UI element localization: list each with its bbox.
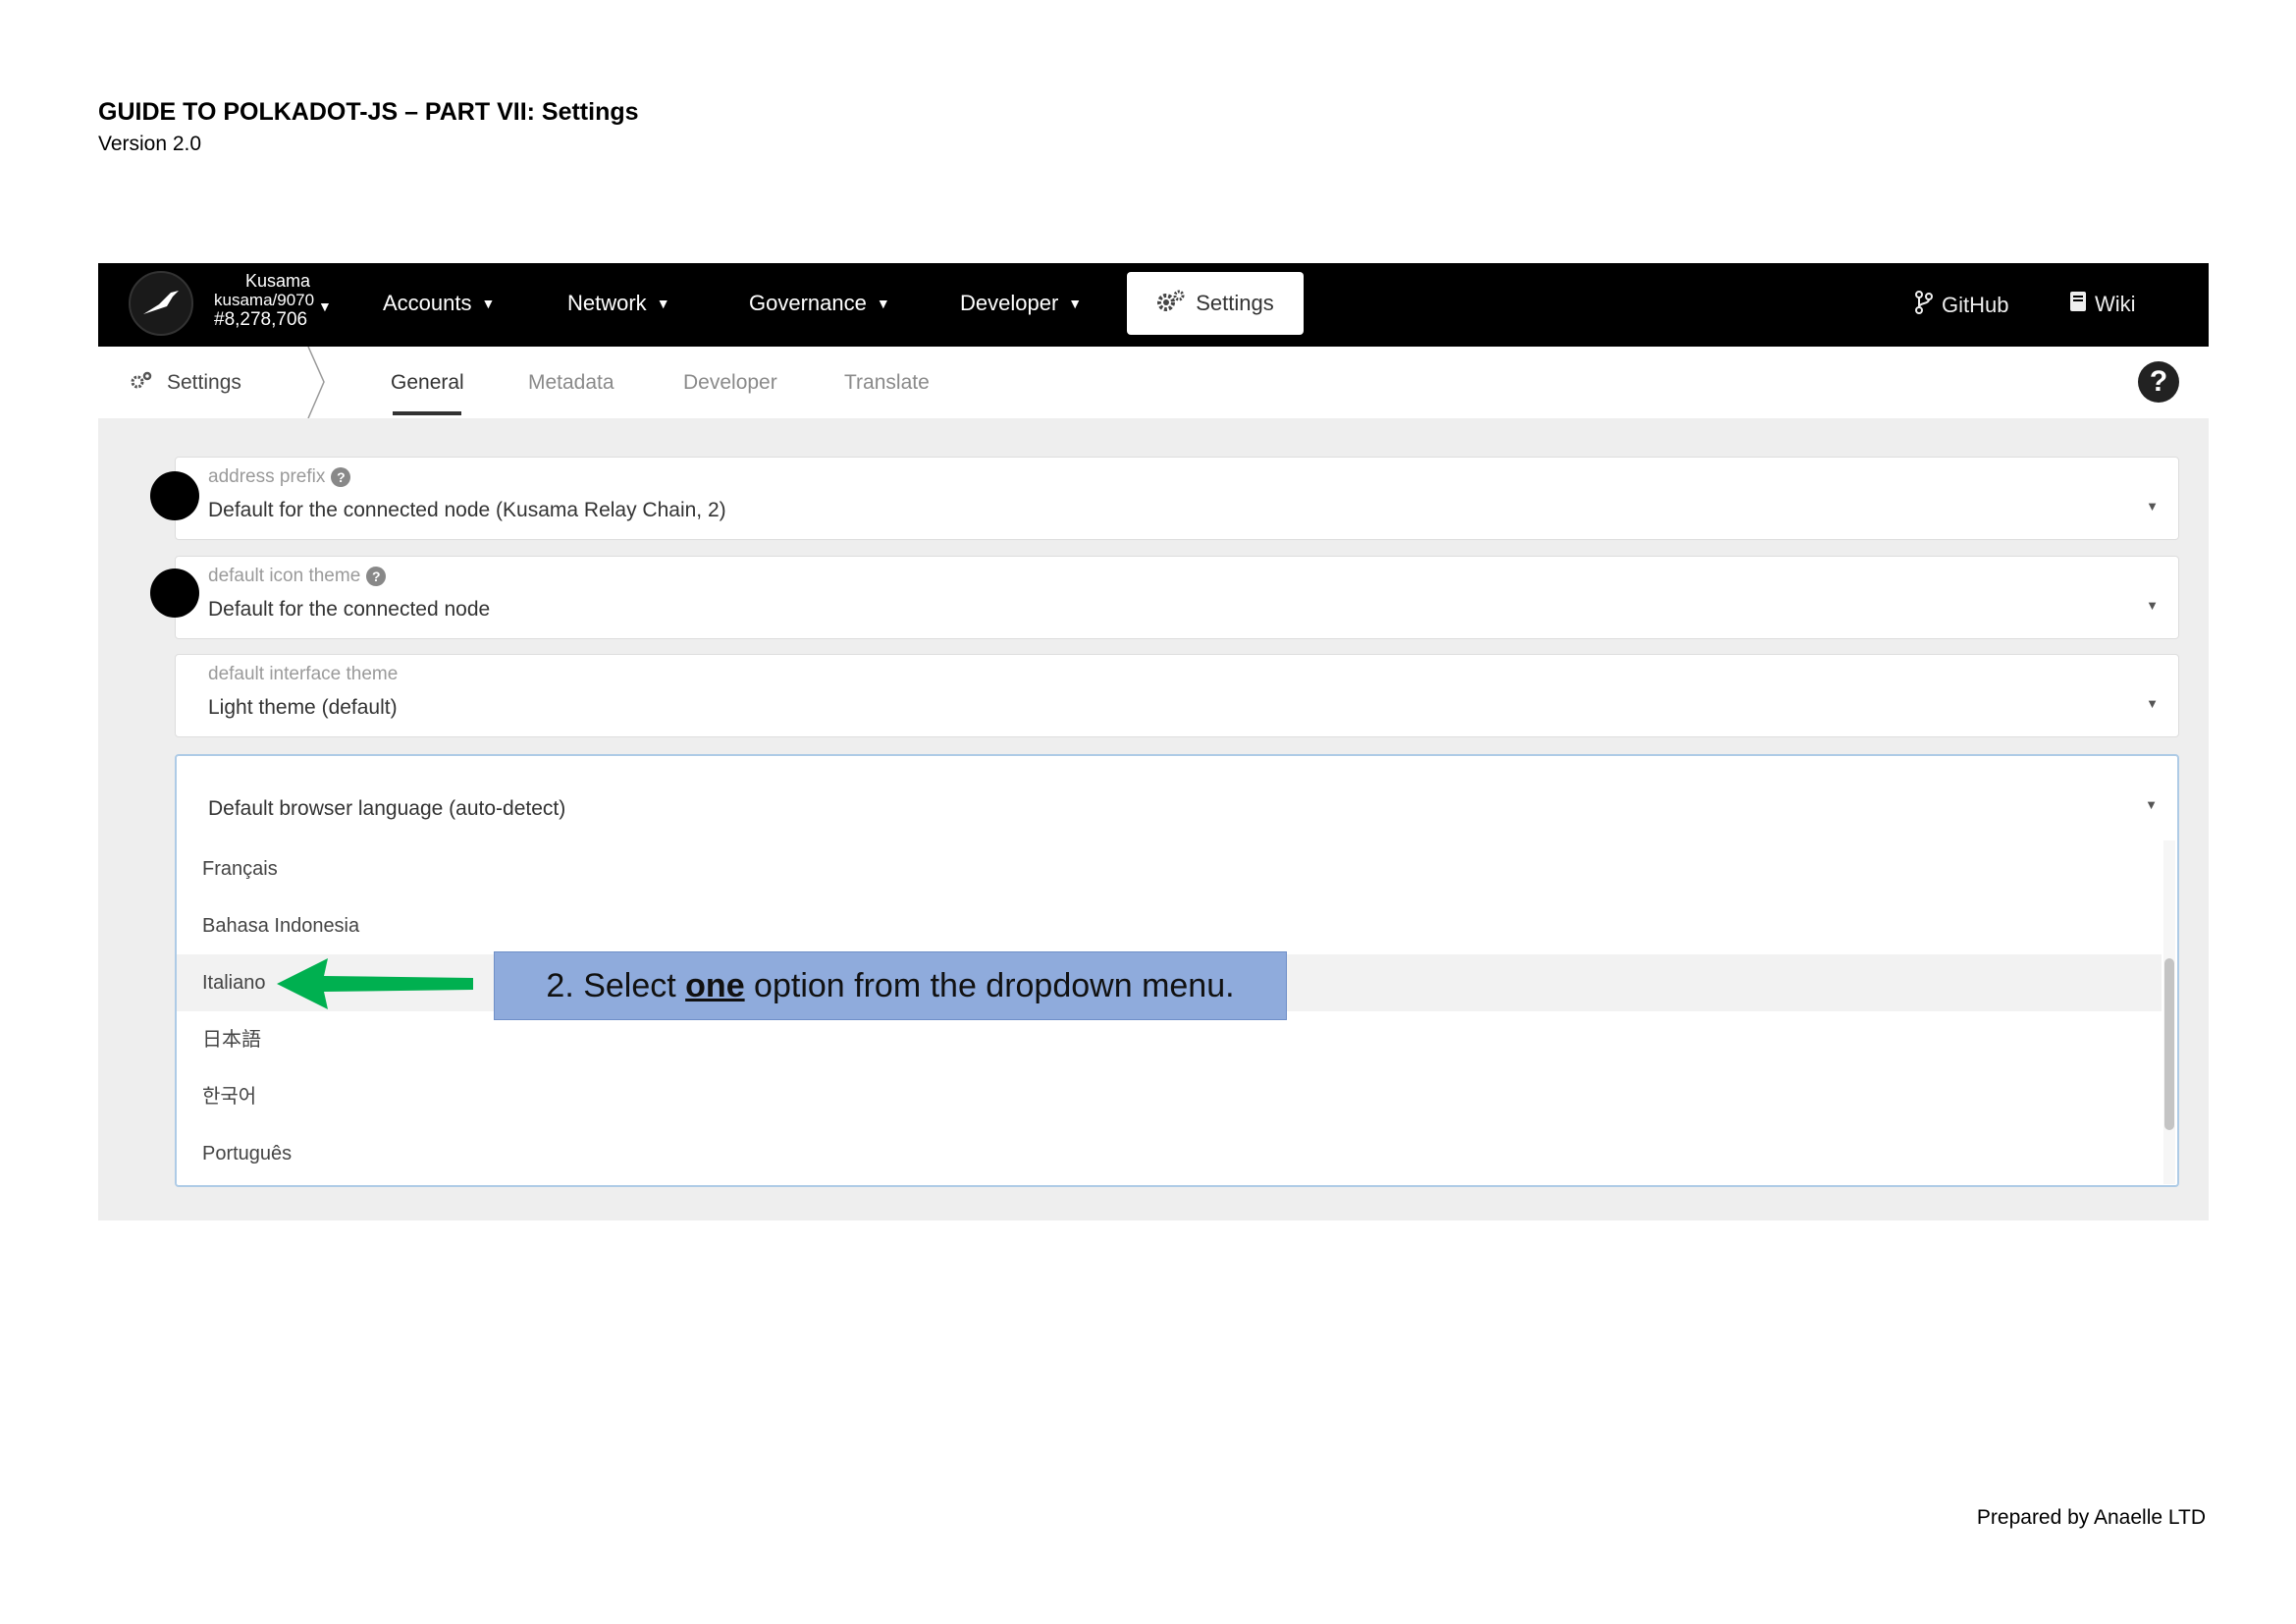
step-bullet [150, 568, 199, 618]
nav-developer[interactable]: Developer ▼ [960, 291, 1082, 316]
interface-theme-label: default interface theme [208, 664, 399, 684]
document-footer: Prepared by Anaelle LTD [1976, 1506, 2206, 1529]
bird-logo-icon[interactable] [129, 271, 193, 336]
app-screenshot: Kusama kusama/9070 #8,278,706 ▼ Accounts… [98, 263, 2209, 1220]
instruction-callout: 2. Select one option from the dropdown m… [494, 951, 1287, 1020]
caret-down-icon: ▼ [2146, 499, 2159, 514]
dropdown-scrollbar-thumb[interactable] [2164, 958, 2174, 1130]
caret-down-icon: ▼ [876, 296, 890, 311]
nav-governance[interactable]: Governance ▼ [749, 291, 890, 316]
language-option-korean[interactable]: 한국어 [177, 1068, 2162, 1125]
language-option-bahasa-indonesia[interactable]: Bahasa Indonesia [177, 897, 2162, 954]
chain-name: Kusama [244, 271, 311, 291]
caret-down-icon: ▼ [2146, 696, 2159, 711]
caret-down-icon: ▼ [1068, 296, 1083, 311]
top-navigation-bar: Kusama kusama/9070 #8,278,706 ▼ Accounts… [98, 263, 2209, 347]
document-version: Version 2.0 [98, 133, 202, 155]
language-option-portugues[interactable]: Português [177, 1125, 2162, 1182]
caret-down-icon: ▼ [481, 296, 496, 311]
address-prefix-dropdown[interactable]: address prefix? Default for the connecte… [175, 457, 2179, 540]
interface-theme-value: Light theme (default) [208, 696, 398, 719]
gears-icon [1156, 289, 1186, 318]
caret-down-icon: ▼ [2146, 598, 2159, 613]
help-icon[interactable]: ? [331, 467, 351, 487]
active-tab-indicator [393, 411, 461, 415]
tab-developer[interactable]: Developer [683, 371, 777, 395]
left-arrow-icon [277, 958, 473, 1009]
git-branch-icon [1914, 291, 1934, 320]
tab-metadata[interactable]: Metadata [528, 371, 614, 395]
tab-general[interactable]: General [391, 371, 464, 395]
document-title: GUIDE TO POLKADOT-JS – PART VII: Setting… [98, 98, 639, 126]
book-icon [2069, 291, 2087, 318]
settings-subnav: Settings General Metadata Developer Tran… [98, 347, 2209, 418]
wiki-link[interactable]: Wiki [2069, 291, 2136, 318]
help-icon[interactable]: ? [366, 567, 387, 586]
question-circle-icon[interactable]: ? [2138, 361, 2179, 403]
language-value: Default browser language (auto-detect) [208, 797, 566, 820]
icon-theme-dropdown[interactable]: default icon theme? Default for the conn… [175, 556, 2179, 639]
language-option-francais[interactable]: Français [177, 840, 2162, 897]
address-prefix-value: Default for the connected node (Kusama R… [208, 499, 726, 521]
nav-accounts[interactable]: Accounts ▼ [383, 291, 495, 316]
settings-nav-button[interactable]: Settings [1127, 272, 1304, 335]
caret-down-icon: ▼ [656, 296, 670, 311]
tab-translate[interactable]: Translate [844, 371, 930, 395]
breadcrumb-divider [307, 347, 325, 418]
subnav-section-title: Settings [130, 370, 241, 396]
icon-theme-label: default icon theme [208, 566, 361, 586]
gears-icon [130, 370, 153, 396]
caret-down-icon: ▼ [2145, 797, 2158, 812]
interface-theme-dropdown[interactable]: default interface theme Light theme (def… [175, 654, 2179, 737]
icon-theme-value: Default for the connected node [208, 598, 491, 621]
step-bullet [150, 471, 199, 520]
nav-network[interactable]: Network ▼ [567, 291, 670, 316]
caret-down-icon: ▼ [318, 298, 332, 314]
address-prefix-label: address prefix [208, 466, 326, 487]
github-link[interactable]: GitHub [1914, 291, 2008, 320]
